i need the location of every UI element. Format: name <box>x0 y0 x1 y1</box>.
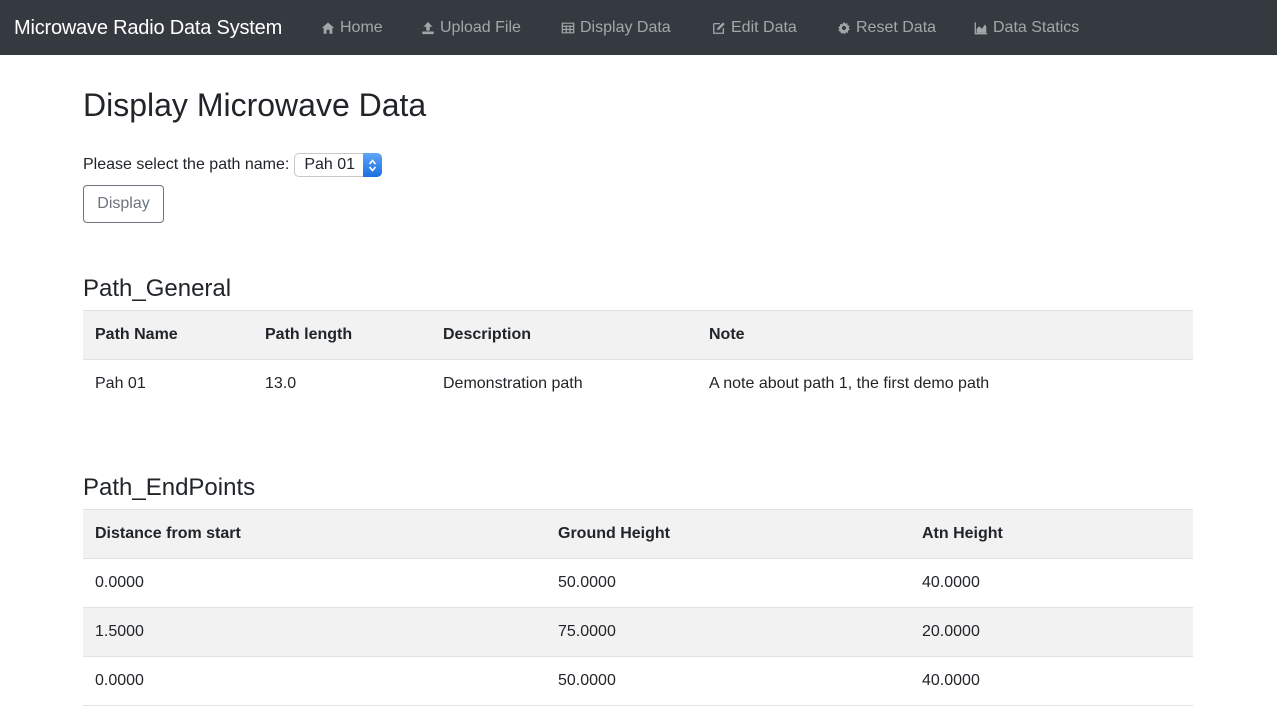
column-header: Atn Height <box>910 509 1193 559</box>
table-cell: 40.0000 <box>910 656 1193 706</box>
table-cell: 75.0000 <box>546 607 910 657</box>
table-header-row: Path Name Path length Description Note <box>83 310 1193 360</box>
nav-edit-data[interactable]: Edit Data <box>711 17 797 39</box>
path-endpoints-title: Path_EndPoints <box>83 474 256 501</box>
table-row: Pah 01 13.0 Demonstration path A note ab… <box>83 360 1193 409</box>
upload-icon <box>420 21 435 36</box>
nav-home-label: Home <box>340 19 383 36</box>
path-select-value: Pah 01 <box>304 156 356 173</box>
nav-display-data-label: Display Data <box>580 19 671 36</box>
column-header: Ground Height <box>546 509 910 559</box>
nav-display-data[interactable]: Display Data <box>560 17 671 39</box>
path-endpoints-table: Distance from start Ground Height Atn He… <box>83 509 1193 706</box>
nav-upload-file-label: Upload File <box>440 19 521 36</box>
nav-reset-data-label: Reset Data <box>856 19 937 36</box>
nav-upload-file[interactable]: Upload File <box>420 17 521 39</box>
table-cell: 40.0000 <box>910 558 1193 608</box>
path-select-label: Please select the path name: <box>83 156 290 173</box>
nav-data-statics[interactable]: Data Statics <box>973 17 1079 39</box>
home-icon <box>320 21 335 36</box>
table-row: 0.0000 50.0000 40.0000 <box>83 656 1193 706</box>
path-general-title: Path_General <box>83 275 232 302</box>
table-cell: 50.0000 <box>546 558 910 608</box>
table-cell: 20.0000 <box>910 607 1193 657</box>
column-header: Path Name <box>83 310 253 360</box>
table-cell: 0.0000 <box>83 558 546 608</box>
column-header: Description <box>431 310 697 360</box>
table-row: 0.0000 50.0000 40.0000 <box>83 558 1193 608</box>
column-header: Path length <box>253 310 431 360</box>
table-cell: 13.0 <box>265 375 297 393</box>
table-header-row: Distance from start Ground Height Atn He… <box>83 509 1193 559</box>
table-cell: 50.0000 <box>546 656 910 706</box>
area-chart-icon <box>973 21 988 36</box>
table-icon <box>560 21 575 36</box>
display-button[interactable]: Display <box>83 185 164 223</box>
page-title: Display Microwave Data <box>83 87 427 123</box>
brand-title[interactable]: Microwave Radio Data System <box>14 16 282 40</box>
path-select[interactable]: Pah 01 <box>294 153 383 177</box>
nav-edit-data-label: Edit Data <box>731 19 797 36</box>
table-row: 1.5000 75.0000 20.0000 <box>83 607 1193 657</box>
table-cell: 1.5000 <box>83 607 546 657</box>
select-arrows-icon <box>363 153 383 177</box>
gear-icon <box>836 21 851 36</box>
nav-data-statics-label: Data Statics <box>993 19 1080 36</box>
table-cell: Pah 01 <box>95 375 146 393</box>
column-header: Note <box>697 310 1193 360</box>
table-cell: Demonstration path <box>443 375 583 393</box>
table-cell: 0.0000 <box>83 656 546 706</box>
nav-reset-data[interactable]: Reset Data <box>836 17 936 39</box>
top-navbar: Microwave Radio Data System Home Upload … <box>0 0 1277 55</box>
column-header: Distance from start <box>83 509 546 559</box>
path-select-row: Please select the path name: Pah 01 <box>83 153 383 177</box>
edit-icon <box>711 21 726 36</box>
nav-home[interactable]: Home <box>320 17 383 39</box>
table-cell: A note about path 1, the first demo path <box>709 375 990 393</box>
path-general-table: Path Name Path length Description Note P… <box>83 310 1193 409</box>
